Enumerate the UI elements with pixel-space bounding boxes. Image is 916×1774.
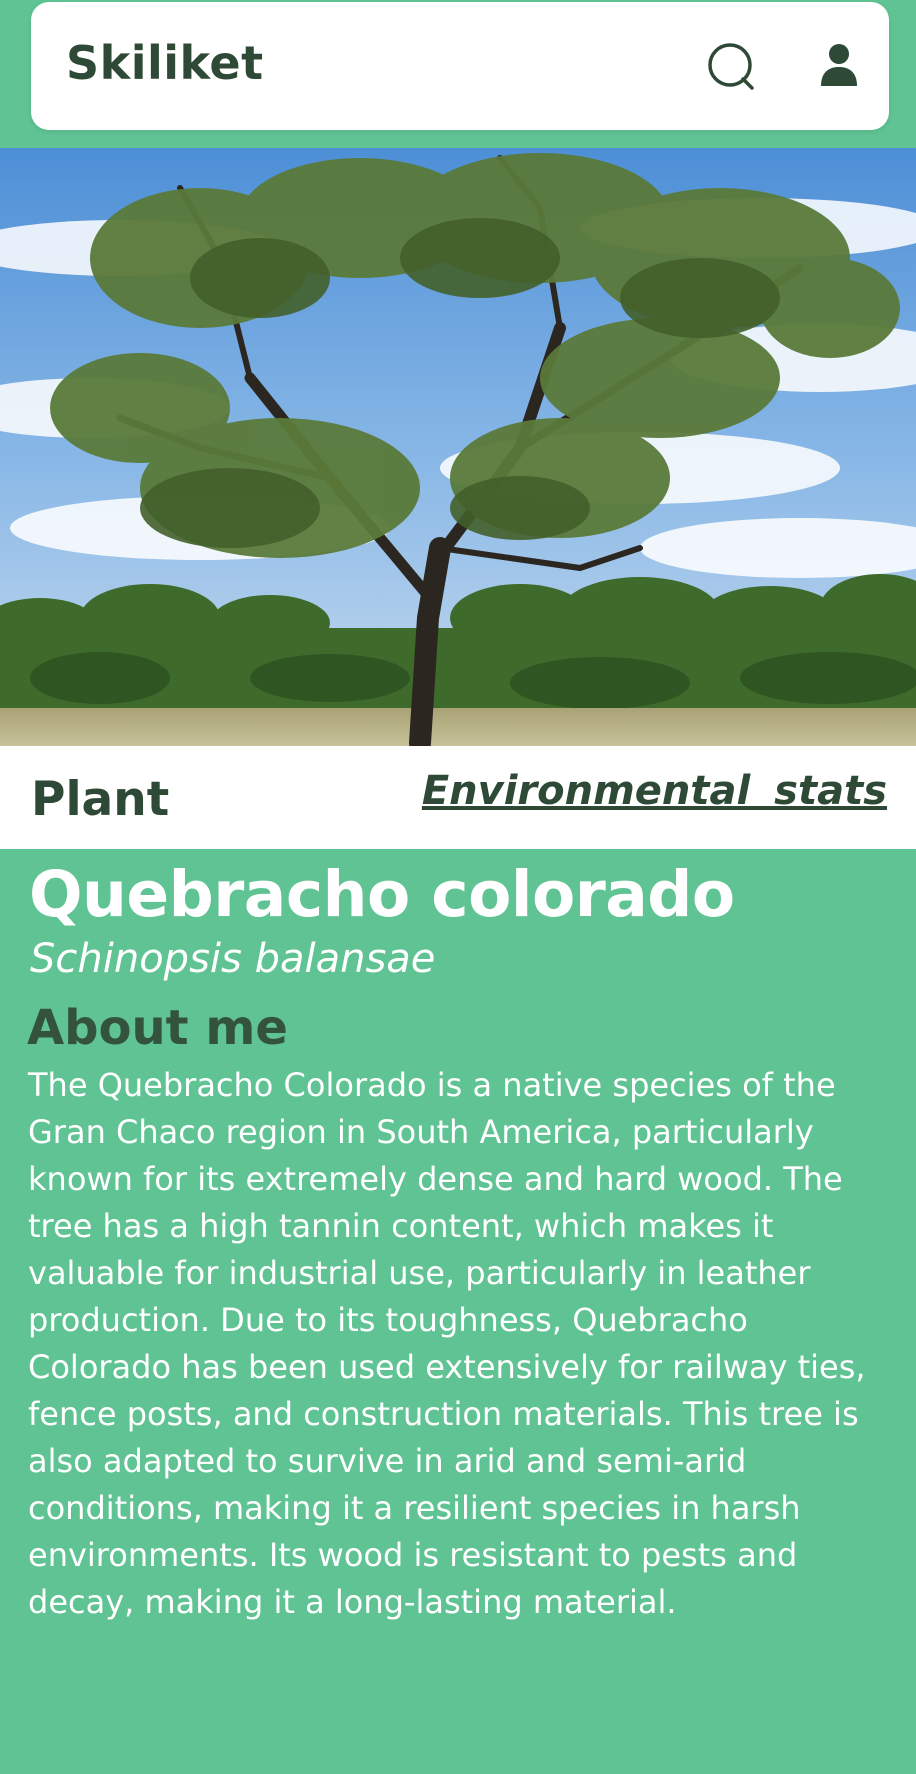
hero-image bbox=[0, 148, 916, 746]
app-title: Skiliket bbox=[66, 36, 264, 90]
about-text: The Quebracho Colorado is a native speci… bbox=[28, 1066, 866, 1621]
common-name: Quebracho colorado bbox=[29, 858, 735, 931]
info-bar: Plant Environmental stats bbox=[0, 746, 916, 849]
app-header: Skiliket bbox=[31, 2, 889, 130]
search-icon bbox=[708, 43, 754, 90]
environmental-stats-link[interactable]: Environmental stats bbox=[422, 768, 887, 814]
user-icon bbox=[821, 44, 857, 86]
profile-button[interactable] bbox=[811, 38, 867, 94]
scientific-name: Schinopsis balansae bbox=[30, 936, 436, 982]
search-button[interactable] bbox=[703, 38, 759, 94]
category-label: Plant bbox=[31, 772, 170, 827]
tree-photo bbox=[0, 148, 916, 746]
about-title: About me bbox=[27, 1000, 288, 1056]
